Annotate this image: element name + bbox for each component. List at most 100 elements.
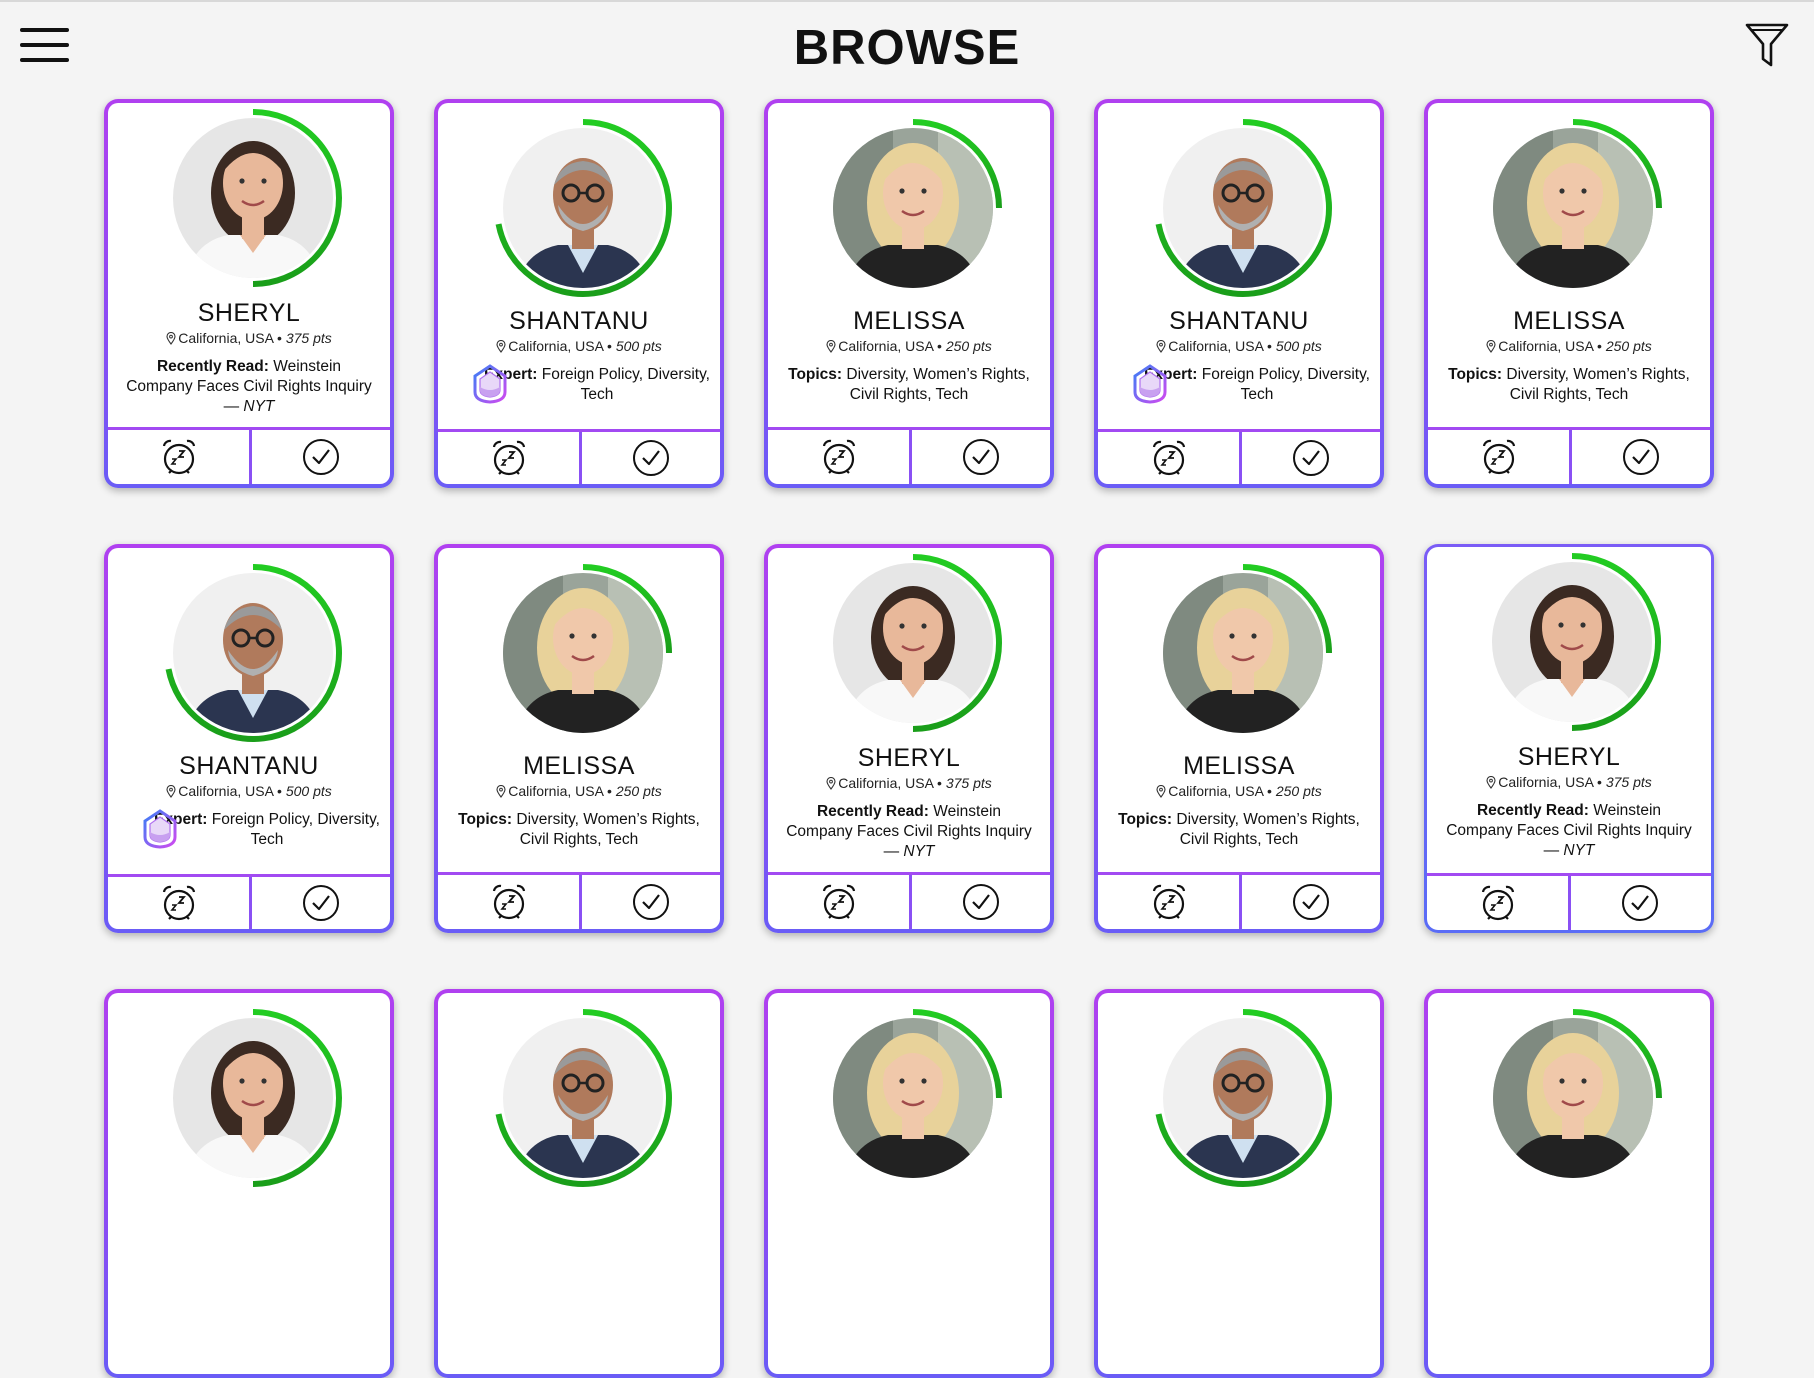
user-card[interactable] [104,989,394,1378]
user-card[interactable]: MELISSA California, USA • 250 pts Topics: … [1424,99,1714,488]
snooze-button[interactable] [108,877,249,929]
location-pin-icon [166,785,176,798]
accept-button[interactable] [1572,430,1710,484]
points-text: 250 pts [1275,783,1322,799]
user-card[interactable]: SHERYL California, USA • 375 pts Recently … [1424,544,1714,933]
user-card[interactable]: SHANTANU California, USA • 500 pts Expert:… [434,99,724,488]
separator: • [603,783,616,799]
location-pin-icon [826,340,836,353]
desc-label: Recently Read: [156,358,269,375]
points-text: 500 pts [615,338,662,354]
points-text: 250 pts [615,783,662,799]
user-card[interactable] [764,989,1054,1378]
user-card[interactable]: SHANTANU California, USA • 500 pts Expert:… [1094,99,1384,488]
checkmark-circle-icon [963,884,999,920]
points-text: 250 pts [945,338,992,354]
expert-text: Expert: Foreign Policy, Diversity, Tech [154,811,380,848]
snooze-alarm-clock-icon [1481,885,1514,921]
snooze-button[interactable] [1428,430,1569,484]
location-text: California, USA [838,775,934,791]
location-text: California, USA [178,330,274,346]
checkmark-circle-icon [963,439,999,475]
filter-funnel-icon[interactable] [1745,22,1789,68]
location-text: California, USA [1498,774,1594,790]
user-name: SHANTANU [179,752,319,780]
location-pin-icon [1486,776,1496,789]
user-location-points: California, USA • 375 pts [108,330,390,346]
points-text: 500 pts [1275,338,1322,354]
accept-button[interactable] [1571,876,1709,930]
user-location-points: California, USA • 250 pts [438,783,720,799]
snooze-alarm-clock-icon [162,439,195,475]
snooze-button[interactable] [768,875,909,929]
points-text: 375 pts [1605,774,1652,790]
avatar [1478,113,1668,303]
recently-read-text: Recently Read: Weinstein Company Faces C… [786,803,1032,860]
snooze-alarm-clock-icon [1482,439,1515,475]
checkmark-circle-icon [633,884,669,920]
user-name: SHERYL [1517,743,1621,771]
snooze-button[interactable] [1427,876,1568,930]
separator: • [1593,338,1606,354]
snooze-button[interactable] [438,875,579,929]
user-card[interactable]: MELISSA California, USA • 250 pts Topics: … [434,544,724,933]
snooze-button[interactable] [1098,432,1239,484]
snooze-alarm-clock-icon [162,885,195,921]
avatar [158,1003,348,1193]
checkmark-circle-icon [633,440,669,476]
card-actions [108,427,390,484]
card-actions [1428,427,1710,484]
snooze-button[interactable] [108,430,249,484]
separator: • [273,330,286,346]
source-text: NYT [1559,842,1595,859]
user-card[interactable]: MELISSA California, USA • 250 pts Topics: … [1094,544,1384,933]
user-card[interactable]: SHANTANU California, USA • 500 pts Expert:… [104,544,394,933]
user-card[interactable]: SHERYL California, USA • 375 pts Recently … [764,544,1054,933]
user-card[interactable]: MELISSA California, USA • 250 pts Topics: … [764,99,1054,488]
accept-button[interactable] [1242,432,1380,484]
points-text: 375 pts [285,330,332,346]
points-text: 375 pts [945,775,992,791]
card-actions [108,874,390,929]
separator: • [1593,774,1606,790]
location-text: California, USA [178,783,274,799]
snooze-alarm-clock-icon [822,439,855,475]
card-actions [1098,429,1380,484]
points-text: 250 pts [1605,338,1652,354]
accept-button[interactable] [912,430,1050,484]
user-card[interactable] [434,989,724,1378]
snooze-alarm-clock-icon [1152,440,1185,476]
location-text: California, USA [838,338,934,354]
checkmark-circle-icon [303,885,339,921]
card-actions [438,872,720,929]
snooze-button[interactable] [1098,875,1239,929]
avatar [1478,1003,1668,1193]
desc-label: Recently Read: [816,803,929,820]
avatar [818,1003,1008,1193]
expert-text: Expert: Foreign Policy, Diversity, Tech [1144,366,1370,403]
accept-button[interactable] [582,432,720,484]
accept-button[interactable] [582,875,720,929]
location-pin-icon [1156,785,1166,798]
accept-button[interactable] [1242,875,1380,929]
avatar [818,548,1008,738]
location-pin-icon [1156,340,1166,353]
location-pin-icon [826,777,836,790]
snooze-button[interactable] [438,432,579,484]
location-text: California, USA [1168,783,1264,799]
checkmark-circle-icon [303,439,339,475]
user-card[interactable] [1424,989,1714,1378]
snooze-button[interactable] [768,430,909,484]
location-text: California, USA [508,338,604,354]
accept-button[interactable] [252,430,390,484]
location-text: California, USA [1168,338,1264,354]
avatar [158,103,348,293]
location-pin-icon [496,340,506,353]
snooze-alarm-clock-icon [1152,884,1185,920]
user-card[interactable] [1094,989,1384,1378]
desc-label: Recently Read: [1476,802,1589,819]
desc-label: Topics: [1118,811,1173,828]
accept-button[interactable] [252,877,390,929]
user-card[interactable]: SHERYL California, USA • 375 pts Recently … [104,99,394,488]
accept-button[interactable] [912,875,1050,929]
